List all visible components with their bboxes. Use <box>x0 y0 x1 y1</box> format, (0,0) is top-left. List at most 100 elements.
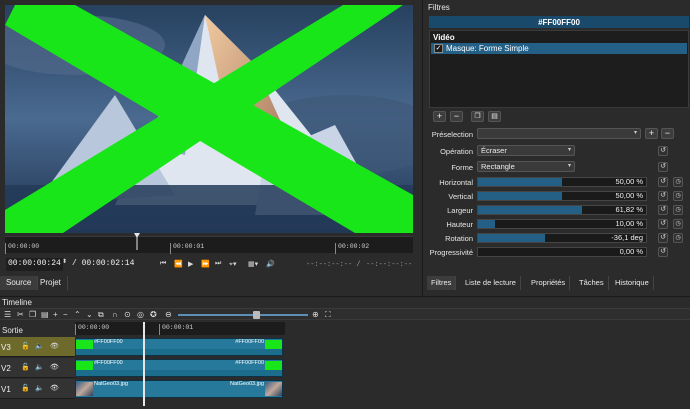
filter-list[interactable]: Vidéo ✓ Masque: Forme Simple <box>429 30 689 108</box>
lock-icon[interactable]: 🔓 <box>21 342 30 350</box>
reset-icon[interactable]: ↺ <box>658 233 668 243</box>
keyframe-icon[interactable]: ◷ <box>673 177 683 187</box>
mute-icon[interactable]: 🔈 <box>35 342 44 350</box>
operation-value: Écraser <box>481 146 507 155</box>
grid-icon[interactable]: ▦▾ <box>248 260 258 268</box>
viewer-tabs: Source Projet <box>0 276 420 290</box>
ripple-icon[interactable]: ◎ <box>137 310 144 319</box>
zoom-out-icon[interactable]: ⊖ <box>165 310 172 319</box>
filter-item-masque[interactable]: ✓ Masque: Forme Simple <box>431 43 687 54</box>
viewer-playhead[interactable] <box>134 233 140 250</box>
zoom-fit-icon[interactable]: ⛶ <box>325 310 331 320</box>
delete-preset-button[interactable]: − <box>661 128 674 139</box>
filter-enable-checkbox[interactable]: ✓ <box>434 44 443 53</box>
keyframe-icon[interactable]: ◷ <box>673 219 683 229</box>
timeline-clip-v3[interactable]: #FF00FF00 #FF00FF00 <box>75 338 283 356</box>
param-slider[interactable]: 0,00 % <box>477 247 647 257</box>
track-header-v1[interactable]: V1 🔓 🔈 👁 <box>0 379 75 399</box>
param-slider[interactable]: -36,1 deg <box>477 233 647 243</box>
operation-dropdown[interactable]: Écraser ▾ <box>477 145 575 156</box>
volume-icon[interactable]: 🔊 <box>266 260 275 268</box>
keyframe-icon[interactable]: ◷ <box>673 191 683 201</box>
zoom-slider-handle[interactable] <box>253 311 260 319</box>
skip-to-end-icon[interactable]: ⏭ <box>215 260 221 268</box>
clip-thumbnail-end <box>265 382 282 396</box>
param-slider[interactable]: 50,00 % <box>477 177 647 187</box>
preset-dropdown[interactable]: ▾ <box>477 128 641 139</box>
rewind-icon[interactable]: ⏪ <box>174 260 183 268</box>
param-slider[interactable]: 10,00 % <box>477 219 647 229</box>
tab-source[interactable]: Source <box>0 276 39 290</box>
tab-taches[interactable]: Tâches <box>575 276 609 290</box>
viewer-timecode-ruler[interactable]: 00:00:00 00:00:01 00:00:02 <box>5 236 413 254</box>
param-slider-fill <box>478 220 495 228</box>
scrub-icon[interactable]: ⊙ <box>124 310 131 319</box>
reset-icon[interactable]: ↺ <box>658 205 668 215</box>
split-icon[interactable]: ⧉ <box>98 310 104 320</box>
save-preset-button[interactable]: + <box>645 128 658 139</box>
lift-icon[interactable]: ⌃ <box>74 310 81 319</box>
timeline-playhead[interactable] <box>143 322 145 406</box>
param-label: Hauteur <box>446 220 473 229</box>
eye-icon[interactable]: 👁 <box>50 384 59 392</box>
overwrite-icon[interactable]: ⌄ <box>86 310 93 319</box>
remove-icon[interactable]: − <box>63 310 68 319</box>
param-value: -36,1 deg <box>611 233 643 242</box>
param-slider[interactable]: 61,82 % <box>477 205 647 215</box>
zoom-icon[interactable]: ⌖▾ <box>229 260 236 269</box>
reset-icon[interactable]: ↺ <box>658 219 668 229</box>
zoom-in-icon[interactable]: ⊕ <box>312 310 319 319</box>
skip-to-start-icon[interactable]: ⏮ <box>160 260 166 268</box>
zoom-slider[interactable] <box>178 314 308 316</box>
tab-historique[interactable]: Historique <box>611 276 654 290</box>
track-name: V2 <box>1 364 11 373</box>
menu-icon[interactable]: ☰ <box>4 310 11 319</box>
eye-icon[interactable]: 👁 <box>50 363 59 371</box>
timeline-clip-v1[interactable]: NatGeo03.jpg NatGeo03.jpg <box>75 380 283 398</box>
tab-projet[interactable]: Projet <box>34 276 68 290</box>
keyframe-icon[interactable]: ◷ <box>673 233 683 243</box>
eye-icon[interactable]: 👁 <box>50 342 59 350</box>
mute-icon[interactable]: 🔈 <box>35 363 44 371</box>
reset-icon[interactable]: ↺ <box>658 247 668 257</box>
selected-clip-name: #FF00FF00 <box>429 16 689 28</box>
reset-icon[interactable]: ↺ <box>658 162 668 172</box>
paste-icon[interactable]: ▤ <box>41 310 49 319</box>
fast-forward-icon[interactable]: ⏩ <box>201 260 210 268</box>
shape-dropdown[interactable]: Rectangle ▾ <box>477 161 575 172</box>
timecode-spinner-icon[interactable]: ⬍ <box>62 258 67 265</box>
mute-icon[interactable]: 🔈 <box>35 384 44 392</box>
copy-filter-button[interactable]: ❐ <box>471 111 484 122</box>
lock-icon[interactable]: 🔓 <box>21 363 30 371</box>
append-icon[interactable]: + <box>53 310 58 319</box>
clip-label-end: #FF00FF00 <box>235 339 264 345</box>
reset-icon[interactable]: ↺ <box>658 177 668 187</box>
ripple-all-icon[interactable]: ✪ <box>150 310 157 319</box>
paste-filter-button[interactable]: ▤ <box>488 111 501 122</box>
clip-label-end: NatGeo03.jpg <box>230 381 264 387</box>
timeline-ruler[interactable]: 00:00:00 00:00:01 <box>75 322 285 335</box>
clip-label-start: NatGeo03.jpg <box>94 381 128 387</box>
reset-icon[interactable]: ↺ <box>658 191 668 201</box>
lock-icon[interactable]: 🔓 <box>21 384 30 392</box>
copy-icon[interactable]: ❐ <box>29 310 36 319</box>
tab-proprietes[interactable]: Propriétés <box>527 276 571 290</box>
play-icon[interactable]: ▶ <box>188 260 193 268</box>
snap-icon[interactable]: ∩ <box>112 310 118 319</box>
cut-icon[interactable]: ✂ <box>17 310 24 319</box>
video-preview[interactable] <box>5 5 413 233</box>
keyframe-icon[interactable]: ◷ <box>673 205 683 215</box>
add-filter-button[interactable]: + <box>433 111 446 122</box>
tab-liste-de-lecture[interactable]: Liste de lecture <box>461 276 521 290</box>
current-timecode-field[interactable]: 00:00:00:24 <box>6 258 63 271</box>
video-frame <box>5 5 413 233</box>
track-header-v3[interactable]: V3 🔓 🔈 👁 <box>0 337 75 357</box>
timeline-title: Timeline <box>2 298 32 307</box>
timeline-clip-v2[interactable]: #FF00FF00 #FF00FF00 <box>75 359 283 377</box>
remove-filter-button[interactable]: − <box>450 111 463 122</box>
track-name: V1 <box>1 385 11 394</box>
reset-icon[interactable]: ↺ <box>658 146 668 156</box>
tab-filtres[interactable]: Filtres <box>427 276 457 290</box>
track-header-v2[interactable]: V2 🔓 🔈 👁 <box>0 358 75 378</box>
param-slider[interactable]: 50,00 % <box>477 191 647 201</box>
